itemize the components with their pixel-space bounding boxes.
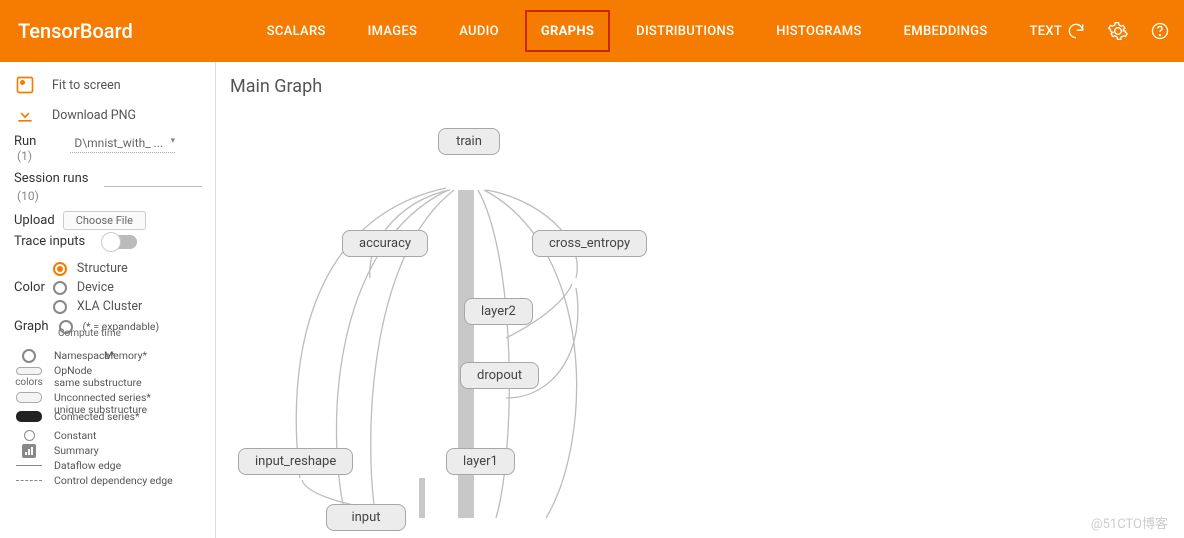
download-png-button[interactable]: Download PNG — [52, 108, 136, 123]
header: TensorBoard SCALARS IMAGES AUDIO GRAPHS … — [0, 0, 1184, 62]
fit-screen-icon[interactable] — [14, 74, 36, 96]
legend-unconnected-icon — [16, 392, 42, 403]
main-title: Main Graph — [230, 76, 1184, 97]
legend-opnode: OpNode — [54, 365, 92, 376]
node-input[interactable]: input — [326, 504, 406, 531]
settings-icon[interactable] — [1108, 21, 1128, 41]
header-actions — [1066, 21, 1170, 41]
legend-constant-icon — [24, 430, 35, 441]
color-label: Color — [14, 280, 45, 295]
color-device-radio[interactable] — [53, 281, 67, 295]
legend-connected-icon — [16, 411, 42, 422]
tab-distributions[interactable]: DISTRIBUTIONS — [632, 0, 738, 62]
session-runs-select[interactable] — [104, 171, 202, 187]
session-runs-label: Session runs — [14, 171, 88, 186]
node-layer2[interactable]: layer2 — [464, 298, 533, 325]
trace-inputs-toggle[interactable] — [103, 235, 137, 249]
trace-inputs-label: Trace inputs — [14, 234, 85, 249]
fit-to-screen-button[interactable]: Fit to screen — [52, 78, 121, 93]
legend-control-dep: Control dependency edge — [54, 475, 173, 486]
legend-dataflow: Dataflow edge — [54, 460, 121, 471]
node-accuracy[interactable]: accuracy — [342, 230, 428, 257]
legend-connected: Connected series* — [54, 411, 140, 422]
legend-same-sub: same substructure — [54, 377, 142, 388]
run-count: (1) — [17, 149, 36, 163]
main-panel: Main Graph train accuracy cross_entropy … — [216, 62, 1184, 538]
session-count: (10) — [17, 189, 205, 203]
node-input-reshape[interactable]: input_reshape — [238, 448, 353, 475]
legend-summary-icon — [22, 444, 36, 458]
legend-colors-label: colors — [14, 377, 44, 388]
legend-control-dep-icon — [16, 480, 42, 481]
tab-histograms[interactable]: HISTOGRAMS — [772, 0, 865, 62]
legend-constant: Constant — [54, 430, 96, 441]
color-xla-radio[interactable] — [53, 300, 67, 314]
legend-unconnected: Unconnected series* — [54, 392, 151, 403]
graph-legend-label: Graph — [14, 319, 49, 334]
node-train[interactable]: train — [438, 128, 500, 155]
refresh-icon[interactable] — [1066, 21, 1086, 41]
tab-text[interactable]: TEXT — [1026, 0, 1067, 62]
upload-label: Upload — [14, 213, 55, 228]
legend-memory: Memory* — [104, 350, 147, 361]
color-device-label: Device — [77, 280, 114, 295]
color-xla-label: XLA Cluster — [77, 299, 142, 314]
run-label: Run — [14, 134, 36, 149]
node-cross-entropy[interactable]: cross_entropy — [532, 230, 647, 257]
header-tabs: SCALARS IMAGES AUDIO GRAPHS DISTRIBUTION… — [263, 0, 1066, 62]
color-structure-radio[interactable] — [53, 262, 67, 276]
legend-compute-time: Compute time — [58, 328, 121, 339]
help-icon[interactable] — [1150, 21, 1170, 41]
node-layer1[interactable]: layer1 — [446, 448, 515, 475]
legend-dataflow-icon — [16, 465, 42, 466]
tab-audio[interactable]: AUDIO — [455, 0, 503, 62]
tab-images[interactable]: IMAGES — [364, 0, 422, 62]
color-structure-label: Structure — [77, 261, 128, 276]
app-logo: TensorBoard — [18, 19, 133, 43]
legend-summary: Summary — [54, 445, 99, 456]
run-select[interactable]: D\mnist_with_ ... — [70, 134, 175, 153]
sidebar: Fit to screen Download PNG Run (1) D\mni… — [0, 62, 216, 538]
tab-embeddings[interactable]: EMBEDDINGS — [900, 0, 992, 62]
legend-opnode-icon — [16, 367, 42, 375]
watermark: @51CTO博客 — [1091, 513, 1168, 532]
choose-file-button[interactable]: Choose File — [63, 211, 146, 230]
download-icon[interactable] — [14, 104, 36, 126]
tab-graphs[interactable]: GRAPHS — [537, 0, 598, 62]
node-dropout[interactable]: dropout — [460, 362, 539, 389]
graph-namespace-radio[interactable] — [22, 349, 36, 363]
tab-scalars[interactable]: SCALARS — [263, 0, 330, 62]
